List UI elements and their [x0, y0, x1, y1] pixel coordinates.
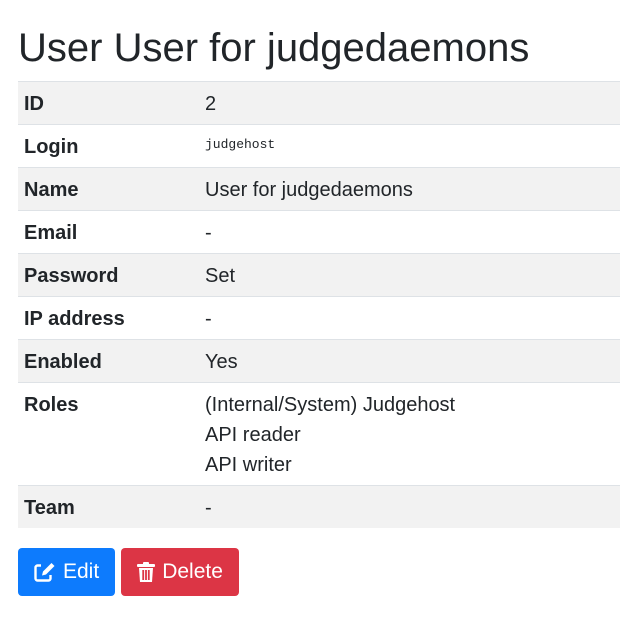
row-label: Password — [24, 265, 119, 287]
row-value: Set — [205, 265, 236, 287]
role-item: (Internal/System) Judgehost — [205, 394, 456, 416]
table-row-ip-address: IP address - — [18, 296, 620, 340]
row-label: Login — [24, 136, 79, 158]
delete-button-label: Delete — [162, 560, 223, 583]
table-row-id: ID 2 — [18, 81, 620, 125]
row-value: - — [205, 497, 212, 519]
action-buttons: Edit Delete — [18, 548, 620, 596]
row-value: - — [205, 308, 212, 330]
roles-list: (Internal/System) Judgehost API reader A… — [199, 383, 620, 486]
edit-button-label: Edit — [63, 560, 100, 583]
row-value: - — [205, 222, 212, 244]
row-label: Email — [24, 222, 78, 244]
row-label: ID — [24, 93, 44, 115]
row-value: User for judgedaemons — [205, 179, 413, 201]
table-row-password: Password Set — [18, 253, 620, 297]
delete-button[interactable]: Delete — [121, 548, 239, 596]
table-row-enabled: Enabled Yes — [18, 339, 620, 383]
row-value: 2 — [205, 93, 217, 115]
table-row-roles: Roles (Internal/System) Judgehost API re… — [18, 382, 620, 486]
row-label: Enabled — [24, 351, 102, 373]
role-item: API writer — [205, 454, 292, 476]
edit-icon — [34, 562, 56, 582]
edit-button[interactable]: Edit — [18, 548, 116, 596]
row-label: Name — [24, 179, 79, 201]
table-row-name: Name User for judgedaemons — [18, 167, 620, 211]
table-row-team: Team - — [18, 485, 620, 528]
row-label: IP address — [24, 308, 125, 330]
table-row-email: Email - — [18, 210, 620, 254]
trash-icon — [137, 561, 156, 582]
row-label: Team — [24, 497, 75, 519]
row-label: Roles — [24, 394, 79, 416]
user-detail-page: User User for judgedaemons ID 2 Login ju… — [18, 0, 620, 596]
role-item: API reader — [205, 424, 301, 446]
user-details-table: ID 2 Login judgehost Name User for judge… — [18, 81, 620, 528]
page-title: User User for judgedaemons — [18, 26, 530, 70]
row-value: Yes — [205, 351, 238, 373]
table-row-login: Login judgehost — [18, 124, 620, 168]
login-value: judgehost — [205, 137, 276, 152]
